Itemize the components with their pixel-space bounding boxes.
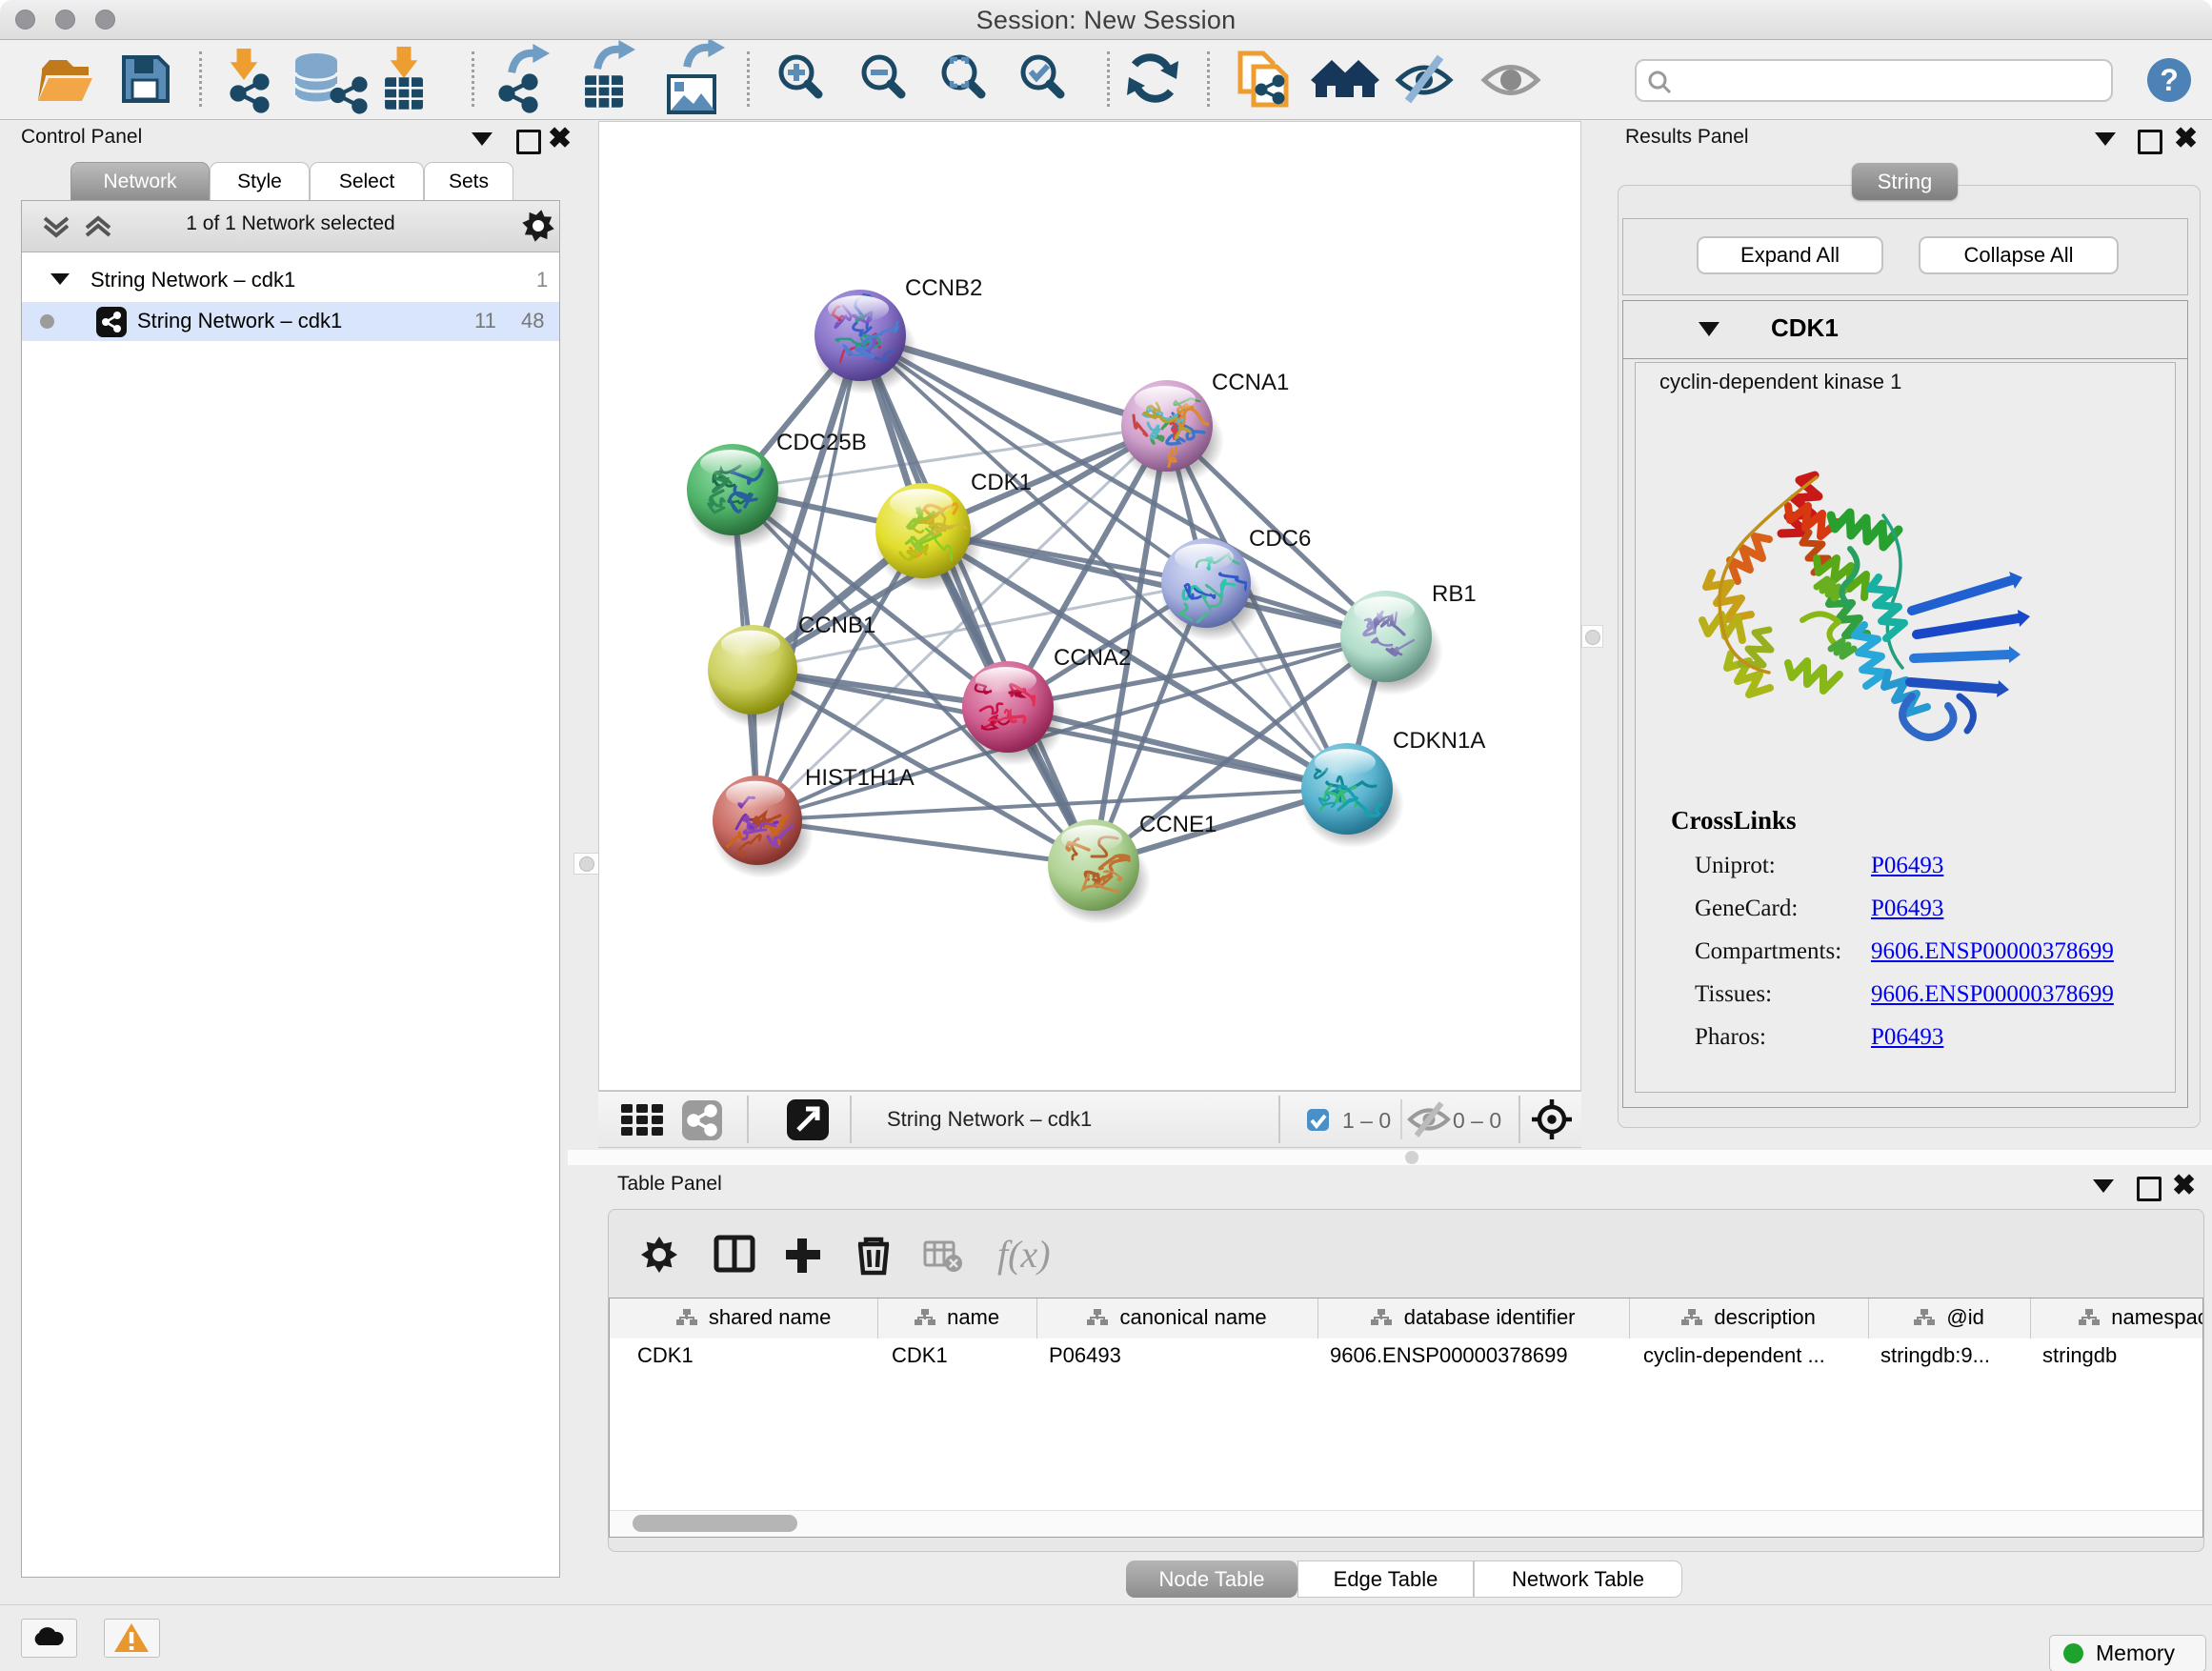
svg-text:CDC25B: CDC25B [776, 430, 867, 455]
svg-text:HIST1H1A: HIST1H1A [805, 765, 915, 791]
svg-text:1 – 0: 1 – 0 [1342, 1108, 1391, 1133]
svg-text:CCNB1: CCNB1 [798, 613, 875, 638]
svg-text:CCNE1: CCNE1 [1139, 812, 1217, 837]
svg-text:0 – 0: 0 – 0 [1453, 1108, 1501, 1133]
svg-text:CCNB2: CCNB2 [905, 275, 982, 301]
svg-text:CDK1: CDK1 [971, 470, 1032, 495]
svg-text:CDC6: CDC6 [1249, 526, 1311, 552]
svg-text:CCNA2: CCNA2 [1054, 645, 1131, 671]
svg-text:CDKN1A: CDKN1A [1393, 728, 1485, 754]
svg-text:RB1: RB1 [1432, 581, 1477, 607]
svg-text:CCNA1: CCNA1 [1212, 370, 1289, 395]
svg-text:f(x): f(x) [997, 1233, 1051, 1276]
